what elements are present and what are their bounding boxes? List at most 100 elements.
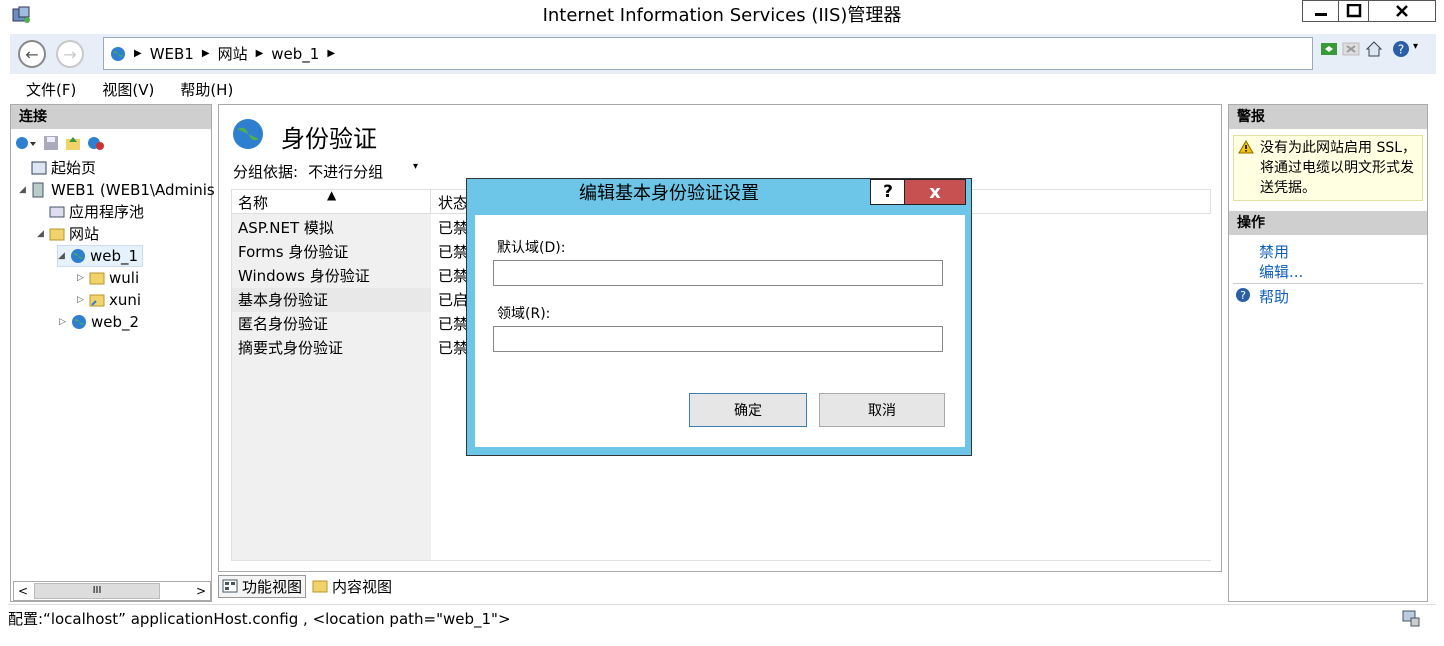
forward-arrow-icon: → <box>63 44 77 64</box>
collapse-arrow-icon[interactable]: ◢ <box>19 179 29 201</box>
ssl-alert: 没有为此网站启用 SSL，将通过电缆以明文形式发送凭据。 <box>1233 135 1423 201</box>
help-dropdown-icon[interactable]: ▾ <box>1413 41 1418 52</box>
close-icon: x <box>929 181 941 203</box>
status-text: 配置:“localhost” applicationHost.config , … <box>8 610 511 628</box>
status-bar: 配置:“localhost” applicationHost.config , … <box>8 604 1436 632</box>
realm-input[interactable] <box>493 326 943 352</box>
alerts-header: 警报 <box>1229 105 1427 129</box>
group-by-label: 分组依据: <box>233 163 299 181</box>
back-arrow-icon: ← <box>25 44 39 64</box>
stop-icon[interactable] <box>1342 40 1360 58</box>
horizontal-scrollbar[interactable]: < III > <box>13 581 211 601</box>
back-button[interactable]: ← <box>18 40 46 68</box>
globe-icon <box>233 119 263 149</box>
tree-item-sites[interactable]: ◢ 网站 <box>37 223 99 245</box>
breadcrumb-web-1[interactable]: web_1 <box>271 45 319 63</box>
group-by-dropdown[interactable]: 不进行分组 ▾ <box>308 161 418 182</box>
tree-item-app-pools[interactable]: 应用程序池 <box>49 201 144 223</box>
expand-arrow-icon[interactable]: ▷ <box>77 289 87 311</box>
maximize-button[interactable] <box>1338 0 1370 22</box>
close-window-button[interactable] <box>1368 0 1436 22</box>
navigation-bar: ← → ▶ WEB1 ▶ 网站 ▶ web_1 ▶ ? ▾ <box>10 34 1436 74</box>
expand-arrow-icon[interactable]: ▷ <box>59 311 69 333</box>
menu-file[interactable]: 文件(F) <box>10 79 86 100</box>
tree-item-server[interactable]: ◢ WEB1 (WEB1\Adminis <box>19 179 215 201</box>
tree-item-web-2[interactable]: ▷ web_2 <box>59 311 139 333</box>
svg-text:?: ? <box>1398 43 1404 57</box>
help-action-link[interactable]: 帮助 <box>1259 286 1289 307</box>
connections-toolbar <box>11 131 211 155</box>
minimize-button[interactable] <box>1302 0 1340 22</box>
help-icon[interactable]: ? <box>1392 40 1410 58</box>
ok-button[interactable]: 确定 <box>689 393 807 427</box>
edit-basic-auth-dialog: 编辑基本身份验证设置 ? x 默认域(D): 领域(R): 确定 取消 <box>466 178 972 456</box>
page-title: 身份验证 <box>281 125 377 153</box>
column-divider[interactable] <box>430 190 431 214</box>
globe-icon <box>111 46 125 61</box>
disconnect-icon[interactable] <box>87 135 105 151</box>
breadcrumb-separator-icon: ▶ <box>327 48 336 59</box>
actions-panel: 警报 没有为此网站启用 SSL，将通过电缆以明文形式发送凭据。 操作 禁用 编辑… <box>1228 104 1428 602</box>
collapse-arrow-icon[interactable]: ◢ <box>37 223 47 245</box>
tab-content-view[interactable]: 内容视图 <box>312 576 392 597</box>
maximize-icon <box>1346 4 1362 18</box>
start-page-icon <box>31 161 47 175</box>
scroll-left-icon[interactable]: < <box>18 582 28 600</box>
breadcrumb-separator-icon: ▶ <box>134 48 142 59</box>
virtual-directory-icon <box>89 294 105 307</box>
alert-text: 没有为此网站启用 SSL，将通过电缆以明文形式发送凭据。 <box>1260 140 1417 196</box>
forward-button[interactable]: → <box>56 40 84 68</box>
breadcrumb-separator-icon: ▶ <box>201 48 210 59</box>
tree-item-wuli[interactable]: ▷ wuli <box>77 267 139 289</box>
edit-action-link[interactable]: 编辑... <box>1259 261 1303 282</box>
address-bar[interactable]: ▶ WEB1 ▶ 网站 ▶ web_1 ▶ <box>103 37 1313 70</box>
breadcrumb-web1[interactable]: WEB1 <box>150 45 194 63</box>
minimize-icon <box>1315 13 1327 16</box>
server-icon <box>32 182 44 198</box>
collapse-arrow-icon[interactable]: ◢ <box>58 245 68 267</box>
view-tabs: 功能视图 内容视图 <box>218 574 392 598</box>
app-pool-icon <box>49 206 65 218</box>
dialog-help-button[interactable]: ? <box>870 179 906 205</box>
content-view-icon <box>312 580 328 593</box>
title-bar: Internet Information Services (IIS)管理器 <box>0 0 1444 32</box>
window-title: Internet Information Services (IIS)管理器 <box>542 5 902 26</box>
menu-view[interactable]: 视图(V) <box>86 79 164 100</box>
menu-help[interactable]: 帮助(H) <box>164 79 243 100</box>
sites-folder-icon <box>49 228 65 241</box>
expand-arrow-icon[interactable]: ▷ <box>77 267 87 289</box>
scroll-right-icon[interactable]: > <box>196 582 206 600</box>
connect-icon[interactable] <box>15 135 37 151</box>
svg-text:?: ? <box>1240 289 1246 302</box>
scroll-thumb[interactable]: III <box>34 583 160 599</box>
dialog-close-button[interactable]: x <box>904 179 966 205</box>
tree-item-xuni[interactable]: ▷ xuni <box>77 289 141 311</box>
breadcrumb-separator-icon: ▶ <box>255 48 264 59</box>
tree-item-web-1[interactable]: ◢ web_1 <box>57 245 144 267</box>
sort-ascending-icon: ▲ <box>327 188 337 202</box>
group-by-row: 分组依据: 不进行分组 ▾ <box>233 161 418 182</box>
cancel-button[interactable]: 取消 <box>819 393 945 427</box>
column-status-header[interactable]: 状态 <box>438 192 468 213</box>
up-level-icon[interactable] <box>65 135 81 151</box>
warning-icon <box>1238 140 1254 154</box>
dialog-title: 编辑基本身份验证设置 <box>579 183 759 204</box>
realm-label: 领域(R): <box>497 306 551 322</box>
connections-header: 连接 <box>11 105 211 129</box>
disable-action-link[interactable]: 禁用 <box>1259 241 1289 262</box>
connections-panel: 连接 起始页 ◢ WEB1 (WEB1\Adminis 应用程序池 ◢ 网站 ◢ <box>10 104 215 602</box>
menu-bar: 文件(F) 视图(V) 帮助(H) <box>10 76 1436 102</box>
refresh-icon[interactable] <box>1320 40 1338 58</box>
globe-icon <box>71 249 85 263</box>
tree-item-start-page[interactable]: 起始页 <box>31 157 96 179</box>
folder-icon <box>89 272 105 285</box>
column-name-header[interactable]: 名称 <box>238 192 268 213</box>
breadcrumb-sites[interactable]: 网站 <box>218 43 248 64</box>
actions-divider <box>1233 283 1423 284</box>
tab-features-view[interactable]: 功能视图 <box>218 574 307 598</box>
question-icon: ? <box>883 182 893 202</box>
save-icon[interactable] <box>43 135 59 151</box>
home-icon[interactable] <box>1365 40 1383 58</box>
help-icon: ? <box>1236 288 1250 302</box>
default-domain-input[interactable] <box>493 260 943 286</box>
